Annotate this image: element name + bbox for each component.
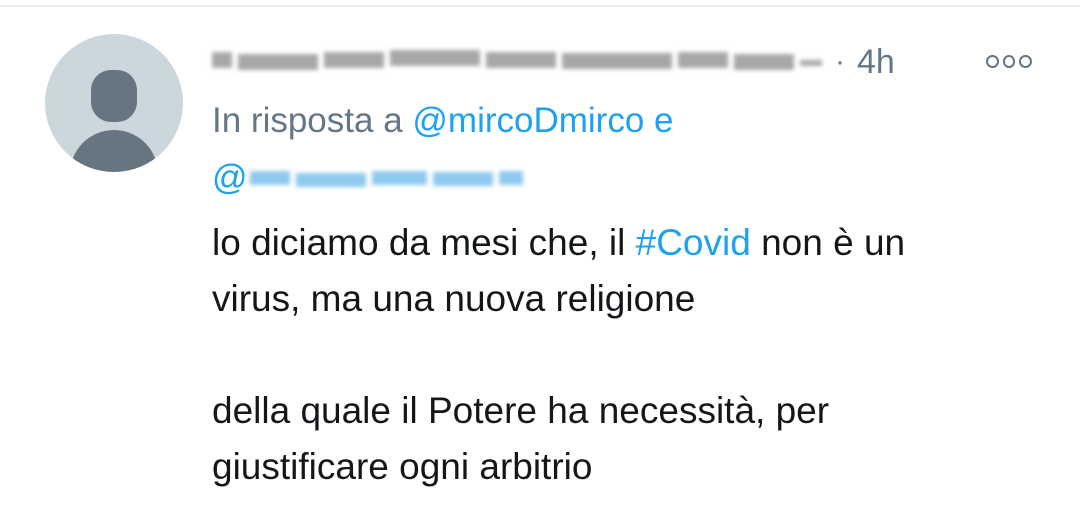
reply-prefix: In risposta a [212, 101, 403, 140]
tweet-text: lo diciamo da mesi che, il #Covid non è … [212, 215, 1052, 495]
tweet-meta: · 4h [835, 40, 895, 84]
tweet-text-line: virus, ma una nuova religione [212, 278, 696, 319]
tweet-text-line: della quale il Potere ha necessità, per [212, 390, 830, 431]
tweet-text-line: giustificare ogni arbitrio [212, 446, 593, 487]
top-divider [0, 5, 1080, 7]
author-name-redacted[interactable] [212, 42, 822, 80]
reply-conjunction: e [654, 101, 674, 140]
more-options-icon[interactable] [986, 52, 1033, 70]
reply-handle-2-prefix[interactable]: @ [212, 158, 248, 198]
reply-context-second-line[interactable]: @ [212, 158, 525, 198]
reply-handle-2-redacted[interactable] [249, 163, 525, 193]
reply-context: In risposta a @mircoDmirco e [212, 101, 674, 141]
time-separator: · [835, 45, 845, 78]
author-avatar[interactable] [45, 34, 183, 172]
avatar-shoulders [70, 130, 158, 172]
reply-handle-link[interactable]: @mircoDmirco [412, 101, 644, 140]
tweet-text-line: lo diciamo da mesi che, il #Covid non è … [212, 222, 906, 263]
default-avatar-icon [91, 70, 137, 122]
hashtag-link[interactable]: #Covid [636, 222, 751, 263]
tweet-timestamp[interactable]: 4h [857, 43, 895, 82]
